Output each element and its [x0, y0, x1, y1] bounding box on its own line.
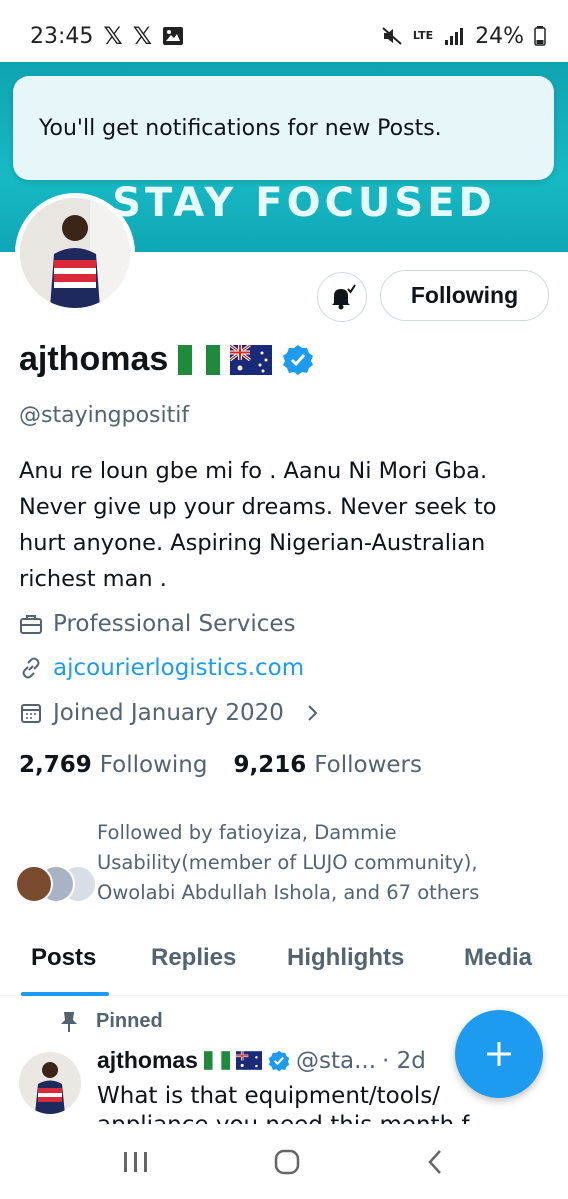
profile-tabs: Posts Replies Highlights Media — [0, 930, 568, 996]
profile-bio: Anu re loun gbe mi fo . Aanu Ni Mori Gba… — [19, 458, 497, 592]
followers-count: 9,216 — [233, 752, 307, 778]
notification-bell-button[interactable] — [317, 272, 367, 322]
following-count: 2,769 — [19, 752, 92, 778]
recent-apps-icon[interactable] — [121, 1149, 151, 1175]
pin-icon — [61, 1011, 77, 1032]
image-icon — [163, 27, 184, 45]
android-nav-bar — [0, 1124, 568, 1199]
name-row: ajthomas — [19, 340, 314, 379]
lte-indicator: LTE — [412, 29, 434, 42]
avatar-image — [20, 198, 130, 308]
notification-toast: You'll get notifications for new Posts. — [13, 76, 554, 180]
x-app-icon: 𝕏 — [103, 22, 123, 50]
calendar-icon — [21, 704, 41, 723]
australia-flag-icon — [230, 344, 273, 375]
post-author-name[interactable]: ajthomas — [97, 1047, 198, 1074]
verified-badge-icon[interactable] — [282, 344, 314, 376]
joined-row[interactable]: Joined January 2020 — [19, 700, 324, 726]
compose-post-button[interactable] — [455, 1010, 543, 1098]
post-avatar[interactable] — [19, 1052, 81, 1114]
post-text[interactable]: What is that equipment/tools/ — [97, 1080, 497, 1112]
website-link[interactable]: ajcourierlogistics.com — [53, 655, 304, 681]
nigeria-flag-icon — [178, 344, 221, 375]
back-icon[interactable] — [423, 1147, 447, 1177]
home-icon[interactable] — [272, 1147, 302, 1177]
profile-handle: @stayingpositif — [19, 403, 190, 428]
bell-check-icon — [332, 284, 356, 310]
mute-icon — [382, 27, 402, 45]
following-button[interactable]: Following — [380, 270, 549, 321]
signal-icon — [445, 28, 464, 45]
avatar-image — [19, 1052, 81, 1114]
following-count-link[interactable]: 2,769 Following — [19, 752, 207, 778]
pinned-label-row: Pinned — [60, 1010, 163, 1033]
tab-active-indicator — [21, 992, 109, 996]
tab-posts[interactable]: Posts — [31, 930, 96, 972]
toast-message: You'll get notifications for new Posts. — [39, 115, 442, 141]
followed-by-avatars — [15, 843, 97, 903]
followed-by-text: Followed by fatioyiza, Dammie Usability(… — [97, 821, 480, 904]
tab-media[interactable]: Media — [464, 930, 532, 972]
plus-icon — [487, 1042, 511, 1066]
category-label: Professional Services — [53, 611, 296, 637]
post-author-handle: @sta... — [295, 1047, 377, 1074]
chevron-right-icon — [308, 705, 318, 721]
nigeria-flag-icon — [203, 1051, 230, 1070]
tab-highlights[interactable]: Highlights — [287, 930, 404, 972]
battery-icon — [534, 26, 546, 46]
website-row: ajcourierlogistics.com — [19, 655, 304, 681]
battery-percent: 24% — [475, 23, 524, 49]
followers-count-link[interactable]: 9,216 Followers — [233, 752, 422, 778]
briefcase-icon — [20, 615, 42, 634]
avatar — [15, 865, 53, 903]
post-header: ajthomas @sta... · 2d — [97, 1047, 426, 1074]
joined-label: Joined January 2020 — [53, 700, 284, 726]
follow-counts: 2,769 Following 9,216 Followers — [19, 752, 422, 778]
followers-label: Followers — [314, 752, 422, 778]
followed-by-row[interactable]: Followed by fatioyiza, Dammie Usability(… — [15, 818, 537, 908]
australia-flag-icon — [235, 1051, 262, 1070]
pinned-label: Pinned — [96, 1010, 163, 1032]
following-label: Following — [99, 752, 208, 778]
verified-badge-icon — [268, 1050, 290, 1071]
link-icon — [22, 657, 40, 679]
status-time: 23:45 — [30, 23, 94, 49]
profile-avatar[interactable] — [15, 193, 135, 313]
x-app-icon: 𝕏 — [132, 22, 153, 50]
tab-replies[interactable]: Replies — [151, 930, 236, 972]
category-row: Professional Services — [19, 611, 296, 637]
display-name: ajthomas — [19, 340, 169, 378]
post-time: · 2d — [382, 1047, 426, 1074]
